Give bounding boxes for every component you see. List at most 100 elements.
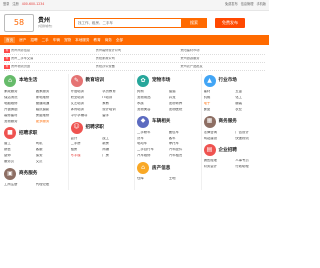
ad-link[interactable]: 贵阳办公设备 — [96, 65, 181, 69]
category-link[interactable]: 化工 — [235, 96, 265, 100]
category-link[interactable]: 开锁换锁 — [4, 108, 34, 112]
category-link[interactable]: 水族 — [137, 102, 167, 106]
category-link[interactable]: 异宠 — [169, 96, 199, 100]
category-link[interactable]: 汽车配件 — [169, 148, 199, 152]
section-header[interactable]: ▦ 商务服务 — [203, 115, 266, 129]
ad-link[interactable]: 贵阳家政公司 — [96, 57, 181, 61]
category-link[interactable]: 会计 — [71, 137, 101, 141]
post-button[interactable]: 免费发布 — [215, 18, 245, 28]
ad-link[interactable]: 贵州装修设计公司 — [96, 49, 181, 53]
category-link[interactable]: 二手自行车 — [137, 148, 167, 152]
city-switch[interactable]: 贵州 [切换城市] — [38, 17, 64, 28]
category-link[interactable]: 宠物寄养 — [169, 102, 199, 106]
category-link[interactable]: 农业 — [235, 108, 265, 112]
category-link[interactable]: 电子 — [204, 102, 234, 106]
section-header[interactable]: ▣ 商务服务 — [4, 167, 66, 181]
category-link[interactable]: 行政助理 — [235, 165, 265, 169]
mobile-link[interactable]: 手机版 — [256, 2, 266, 7]
nav-home[interactable]: 首页 — [4, 36, 16, 44]
category-link[interactable]: 体育培训 — [71, 108, 101, 112]
category-link[interactable]: 设计培训 — [102, 108, 132, 112]
category-link[interactable]: 二手房 — [71, 142, 101, 146]
section-header[interactable]: ⌂ 本地生活 — [4, 74, 66, 88]
category-link[interactable]: 普工 — [4, 142, 34, 146]
login-link[interactable]: 登录 — [3, 2, 9, 7]
category-link[interactable]: 汽车维修 — [137, 154, 167, 158]
ad-link[interactable]: 贵州二手车交易 — [11, 57, 96, 61]
category-link[interactable]: 工商注册 — [4, 183, 34, 187]
nav-pet[interactable]: 宠物 — [64, 38, 71, 42]
section-header[interactable]: ■ 招聘求职 — [4, 126, 66, 140]
post-link[interactable]: 免费发布 — [225, 2, 238, 7]
category-link[interactable]: 搬家服务 — [36, 90, 66, 94]
nav-service[interactable]: 本地服务 — [75, 38, 89, 42]
category-link[interactable]: 新房 — [102, 142, 132, 146]
nav-job[interactable]: 招聘 — [30, 38, 37, 42]
category-link[interactable]: 保洁清洗 — [4, 96, 34, 100]
nav-car[interactable]: 车辆 — [53, 38, 60, 42]
category-link[interactable]: 厂房 — [102, 154, 132, 158]
category-link[interactable]: 电脑维修 — [4, 102, 34, 106]
category-link[interactable]: 代理记账 — [36, 183, 66, 187]
manage-link[interactable]: 信息管理 — [241, 2, 254, 7]
section-header[interactable]: ✎ 教育培训 — [70, 74, 133, 88]
category-link[interactable]: 建材 — [204, 90, 234, 94]
category-link[interactable]: 仓库 — [137, 177, 167, 181]
register-link[interactable]: 注册 — [12, 2, 18, 7]
category-link[interactable]: 宠物服务 — [4, 120, 34, 124]
nav-business[interactable]: 商务 — [105, 38, 112, 42]
category-link[interactable]: 家教 — [102, 102, 132, 106]
category-link[interactable]: 技工 — [102, 137, 132, 141]
nav-used[interactable]: 二手 — [42, 38, 49, 42]
category-link[interactable]: 狗狗 — [137, 90, 167, 94]
category-link[interactable]: 法律咨询 — [204, 131, 234, 135]
section-header[interactable]: ▤ 企业招聘 — [203, 143, 266, 157]
category-link[interactable]: 快递物流 — [235, 137, 265, 141]
ad-link[interactable]: 贵州商务信息 — [11, 49, 96, 53]
category-link[interactable]: 土地 — [169, 177, 199, 181]
category-link[interactable]: 货车 — [137, 137, 167, 141]
category-link[interactable]: 宠物医院 — [169, 108, 199, 112]
ad-link[interactable]: 贵州旅游服务 — [180, 57, 265, 61]
category-link[interactable]: 宠物美容 — [137, 108, 167, 112]
nav-house[interactable]: 房产 — [19, 38, 26, 42]
category-link[interactable]: 管道疏通 — [36, 102, 66, 106]
ad-link[interactable]: 贵州农产品批发 — [180, 65, 265, 69]
category-link[interactable]: 家电维修 — [36, 96, 66, 100]
category-link[interactable]: 家政服务 — [4, 90, 34, 94]
category-link[interactable]: 服务员 — [4, 160, 34, 164]
category-link[interactable]: 食品 — [204, 108, 234, 112]
category-link[interactable]: 电动车 — [137, 142, 167, 146]
category-link[interactable]: 学历教育 — [102, 90, 132, 94]
category-link[interactable]: 文员 — [36, 160, 66, 164]
category-link[interactable]: 服装 — [235, 102, 265, 106]
category-link[interactable]: 装修建材 — [4, 114, 34, 118]
category-link[interactable]: 写字楼 — [71, 154, 101, 158]
search-button[interactable]: 搜索 — [181, 18, 207, 28]
category-link[interactable]: 中小学辅导 — [71, 114, 101, 118]
section-header[interactable]: ✿ 宠物市场 — [137, 74, 199, 88]
category-link[interactable]: 客服 — [36, 148, 66, 152]
category-link[interactable]: 面包车 — [169, 131, 199, 135]
section-header[interactable]: ▲ 行业市场 — [203, 74, 266, 88]
category-link[interactable]: 汽车租赁 — [169, 154, 199, 158]
category-link[interactable]: 商铺 — [102, 148, 132, 152]
category-link[interactable]: 销售 — [4, 148, 34, 152]
nav-edu[interactable]: 教育 — [94, 38, 101, 42]
category-link[interactable]: IT培训 — [102, 96, 132, 100]
nav-all[interactable]: 全部 — [116, 38, 123, 42]
search-input[interactable] — [74, 18, 181, 28]
category-link[interactable]: 婚庆摄影 — [36, 108, 66, 112]
category-link[interactable]: 销售经理 — [204, 159, 234, 163]
category-link[interactable]: 广告设计 — [235, 131, 265, 135]
category-link[interactable]: 租房 — [71, 148, 101, 152]
section-header[interactable]: ☺ 招聘求职 — [70, 121, 133, 135]
category-link[interactable]: 摩托车 — [169, 142, 199, 146]
category-link[interactable]: 机械 — [204, 96, 234, 100]
switch-city-link[interactable]: [切换城市] — [38, 24, 64, 28]
site-logo[interactable]: 58 — [4, 14, 34, 32]
category-link[interactable]: 外语培训 — [71, 90, 101, 94]
category-link[interactable]: 留学 — [102, 114, 132, 118]
category-link[interactable]: 宠物用品 — [137, 96, 167, 100]
category-link[interactable]: 五金 — [235, 90, 265, 94]
